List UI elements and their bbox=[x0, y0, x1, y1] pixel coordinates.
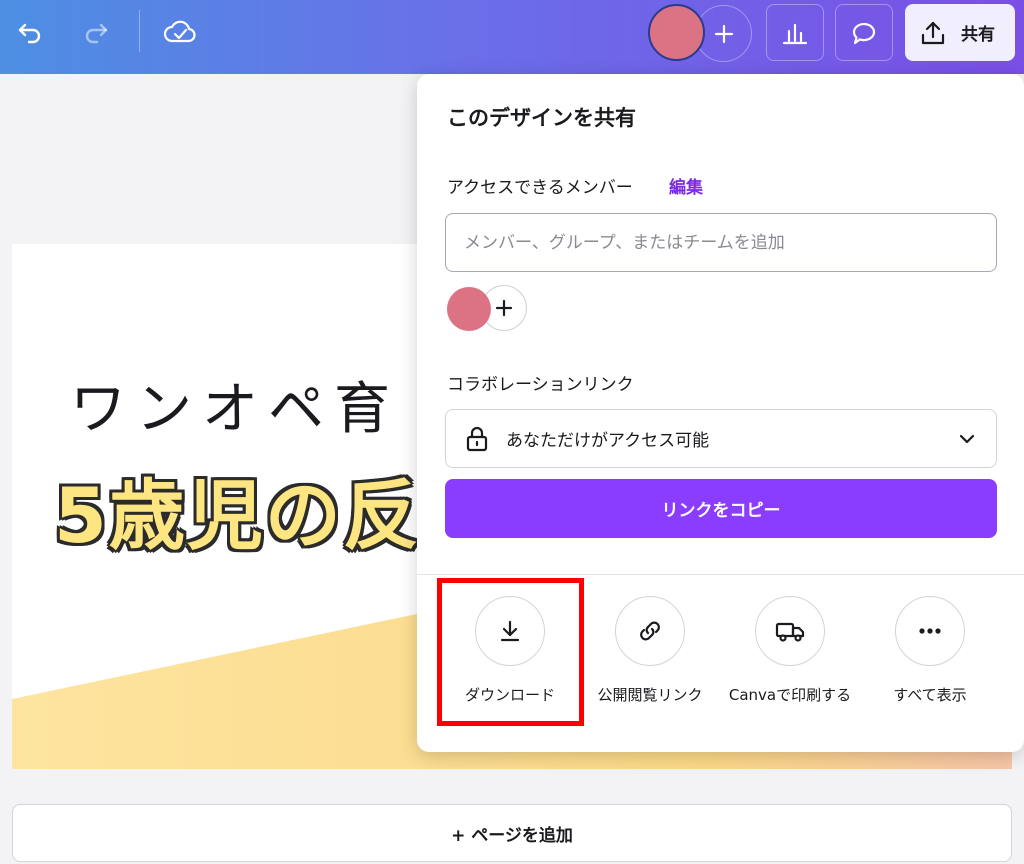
members-edit-link[interactable]: 編集 bbox=[669, 173, 703, 198]
redo-button[interactable] bbox=[78, 12, 114, 52]
print-with-canva-action[interactable]: Canvaで印刷する bbox=[725, 596, 855, 706]
canvas-title-text[interactable]: 5歳児の反 bbox=[54, 454, 421, 564]
comment-button[interactable] bbox=[835, 4, 893, 61]
insights-icon bbox=[782, 23, 808, 44]
lock-icon bbox=[466, 426, 488, 451]
save-status-button[interactable] bbox=[162, 12, 198, 52]
chevron-down-icon bbox=[959, 434, 975, 443]
truck-icon bbox=[775, 622, 805, 642]
show-all-circle[interactable] bbox=[895, 596, 965, 666]
toolbar-divider bbox=[139, 10, 140, 52]
download-action[interactable]: ダウンロード bbox=[445, 596, 575, 706]
canvas-handwritten-text[interactable]: ワンオペ育 bbox=[70, 364, 400, 445]
top-toolbar: 共有 bbox=[0, 0, 1024, 74]
copy-link-button[interactable]: リンクをコピー bbox=[445, 479, 997, 538]
share-button-label: 共有 bbox=[961, 25, 995, 45]
add-icon bbox=[714, 24, 733, 43]
undo-icon bbox=[18, 23, 41, 44]
member-search-input[interactable] bbox=[445, 213, 997, 272]
share-button[interactable]: 共有 bbox=[905, 4, 1015, 61]
members-label: アクセスできるメンバー bbox=[447, 178, 633, 198]
share-upload-icon bbox=[921, 21, 945, 44]
show-all-action[interactable]: すべて表示 bbox=[865, 596, 995, 706]
insights-button[interactable] bbox=[766, 4, 824, 61]
collab-link-label: コラボレーションリンク bbox=[447, 375, 634, 395]
print-with-canva-circle[interactable] bbox=[755, 596, 825, 666]
share-panel: このデザインを共有 アクセスできるメンバー 編集 コラボレーションリンク あなた… bbox=[417, 74, 1024, 752]
public-view-link-action[interactable]: 公開閲覧リンク bbox=[585, 596, 715, 706]
public-view-link-circle[interactable] bbox=[615, 596, 685, 666]
undo-button[interactable] bbox=[12, 12, 48, 52]
add-page-button[interactable]: + ページを追加 bbox=[12, 804, 1012, 862]
download-action-circle[interactable] bbox=[475, 596, 545, 666]
cloud-saved-icon bbox=[163, 20, 196, 43]
comment-icon bbox=[852, 22, 876, 44]
download-action-label: ダウンロード bbox=[464, 686, 555, 704]
show-all-label: すべて表示 bbox=[893, 686, 967, 704]
download-icon bbox=[500, 620, 520, 642]
add-icon bbox=[495, 299, 513, 317]
member-avatar[interactable] bbox=[447, 287, 491, 331]
collab-access-value: あなただけがアクセス可能 bbox=[506, 431, 710, 451]
redo-icon bbox=[85, 23, 108, 44]
public-view-link-label: 公開閲覧リンク bbox=[597, 686, 703, 704]
more-icon bbox=[919, 628, 941, 634]
print-with-canva-label: Canvaで印刷する bbox=[728, 686, 852, 704]
share-panel-title: このデザインを共有 bbox=[447, 106, 636, 130]
collab-access-dropdown[interactable]: あなただけがアクセス可能 bbox=[445, 409, 997, 468]
panel-divider bbox=[417, 574, 1024, 575]
user-avatar[interactable] bbox=[648, 4, 705, 61]
link-icon bbox=[640, 621, 660, 641]
